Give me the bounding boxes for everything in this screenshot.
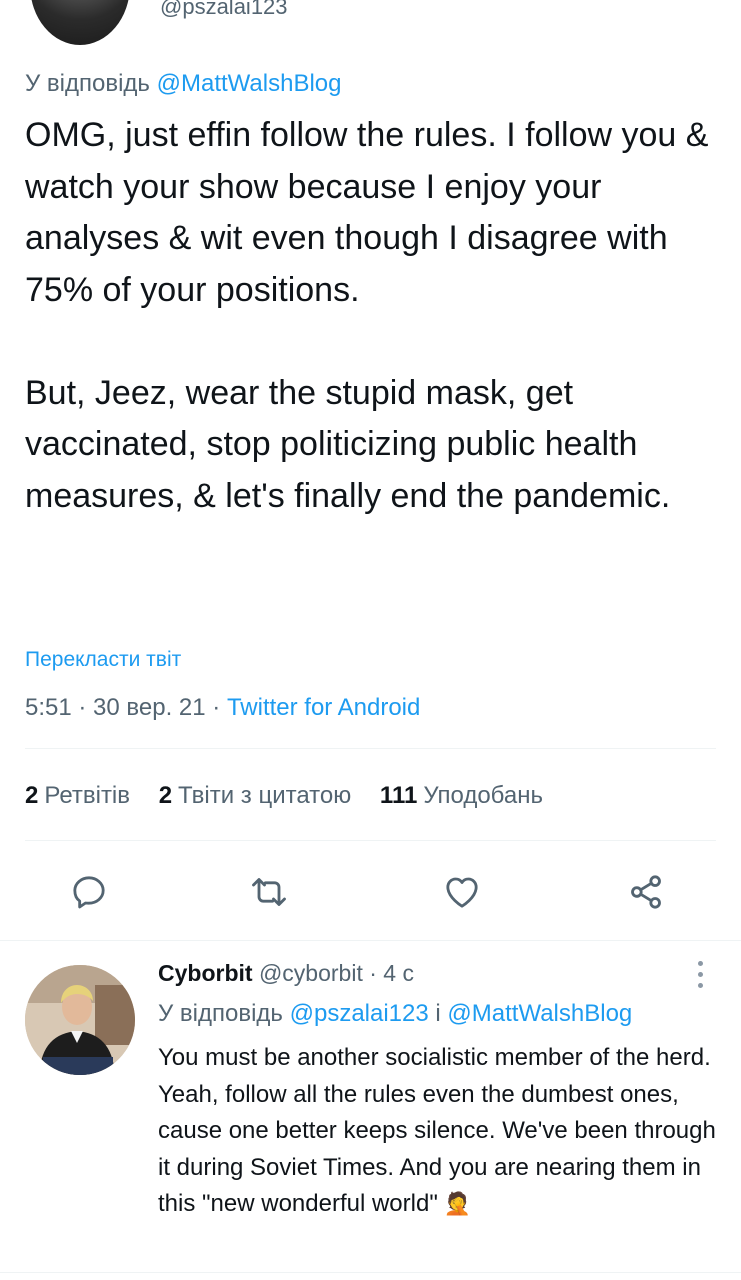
divider	[0, 1272, 741, 1273]
quotes-stat[interactable]: 2 Твіти з цитатою	[159, 782, 352, 809]
like-icon	[446, 877, 478, 908]
tweet-stats: 2 Ретвітів 2 Твіти з цитатою 111 Уподобань	[25, 782, 565, 810]
reply-button[interactable]	[65, 868, 113, 916]
reply-to-prefix: У відповідь	[25, 70, 157, 97]
reply-author-handle[interactable]: @cyborbit · 4 с	[253, 960, 414, 986]
reply-author: Cyborbit @cyborbit · 4 с	[158, 960, 414, 987]
avatar-image	[25, 965, 135, 1075]
reply-author-name[interactable]: Cyborbit	[158, 960, 253, 986]
likes-stat[interactable]: 111 Уподобань	[380, 782, 543, 809]
tweet-paragraph-1: OMG, just effin follow the rules. I foll…	[25, 116, 709, 309]
previous-avatar[interactable]	[30, 0, 130, 45]
reply-to-line: У відповідь @MattWalshBlog	[25, 70, 341, 98]
divider	[25, 748, 716, 749]
reply-to-mention[interactable]: @MattWalshBlog	[157, 70, 342, 97]
divider	[25, 840, 716, 841]
tweet-paragraph-2: But, Jeez, wear the stupid mask, get vac…	[25, 373, 671, 515]
likes-label: Уподобань	[423, 782, 543, 809]
more-icon[interactable]	[692, 958, 710, 992]
tweet-meta: 5:51 · 30 вер. 21 · Twitter for Android	[25, 694, 420, 722]
translate-tweet-link[interactable]: Перекласти твіт	[25, 648, 181, 672]
previous-tweet: @pszalai123	[0, 0, 741, 50]
facepalm-emoji: 🤦	[443, 1191, 472, 1217]
share-button[interactable]	[622, 868, 670, 916]
retweets-label: Ретвітів	[44, 782, 131, 809]
tweet-source[interactable]: Twitter for Android	[227, 694, 420, 721]
retweets-count: 2	[25, 782, 39, 809]
share-icon	[631, 875, 661, 909]
reply-body: You must be another socialistic member o…	[158, 1044, 716, 1218]
tweet-time[interactable]: 5:51 · 30 вер. 21 ·	[25, 694, 227, 721]
quotes-count: 2	[158, 782, 173, 809]
like-button[interactable]	[438, 868, 486, 916]
avatar[interactable]	[25, 965, 135, 1075]
reply-mention-2[interactable]: @MattWalshBlog	[447, 1000, 632, 1027]
tweet-actions	[0, 868, 741, 916]
likes-count: 111	[379, 782, 418, 809]
retweet-icon	[252, 878, 286, 906]
reply-text: You must be another socialistic member o…	[158, 1040, 728, 1223]
previous-handle[interactable]: @pszalai123	[160, 0, 288, 20]
tweet-text: OMG, just effin follow the rules. I foll…	[25, 110, 725, 522]
reply-to-line: У відповідь @pszalai123 і @MattWalshBlog	[158, 1000, 632, 1028]
reply-to-prefix: У відповідь	[158, 1000, 290, 1027]
retweets-stat[interactable]: 2 Ретвітів	[25, 782, 130, 809]
reply-icon	[73, 876, 105, 909]
reply-mention-1[interactable]: @pszalai123	[290, 1000, 429, 1027]
divider	[0, 940, 741, 941]
reply-conj: і	[428, 1000, 448, 1027]
retweet-button[interactable]	[245, 868, 293, 916]
quotes-label: Твіти з цитатою	[178, 782, 352, 809]
